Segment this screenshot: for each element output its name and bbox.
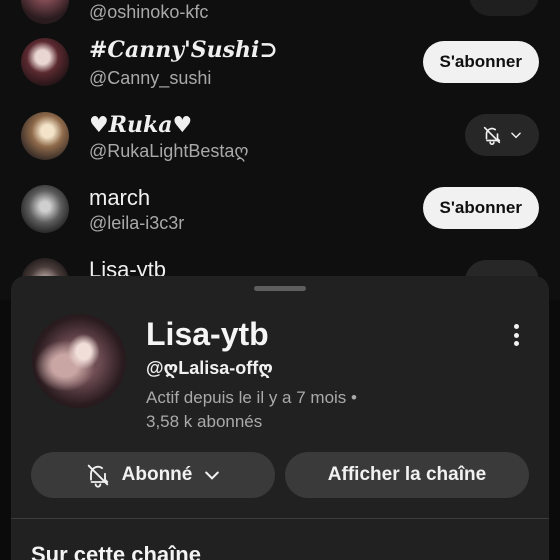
avatar[interactable] — [21, 185, 69, 233]
subscribed-button[interactable]: Abonné — [31, 452, 275, 498]
bell-off-icon — [483, 126, 501, 145]
chevron-down-icon — [205, 471, 220, 480]
list-item[interactable]: ♥Ruka♥ @RukaLightBestaღ — [0, 100, 560, 172]
channel-name: ♥Ruka♥ — [89, 112, 193, 138]
avatar[interactable] — [21, 38, 69, 86]
avatar[interactable] — [21, 0, 69, 24]
notification-button[interactable] — [469, 0, 539, 16]
channel-handle: @oshinoko-kfc — [89, 2, 209, 22]
subscriber-count: 3,58 k abonnés — [146, 412, 263, 431]
view-channel-button[interactable]: Afficher la chaîne — [285, 452, 529, 498]
subscribe-button[interactable]: S'abonner — [422, 41, 539, 83]
channel-meta: Actif depuis le il y a 7 mois • 3,58 k a… — [146, 386, 357, 434]
subscribe-button[interactable]: S'abonner — [422, 187, 539, 229]
channel-name: #Canny'Sushi⊃ — [89, 37, 278, 63]
list-item[interactable]: #Canny'Sushi⊃ @Canny_sushi S'abonner — [0, 26, 560, 98]
more-options-icon[interactable] — [506, 320, 526, 350]
activity-text: Actif depuis le il y a 7 mois • — [146, 388, 357, 407]
channel-handle: @Canny_sushi — [89, 68, 212, 88]
subscribed-label: Abonné — [121, 464, 193, 485]
avatar[interactable] — [21, 112, 69, 160]
section-title: Sur cette chaîne — [31, 542, 201, 560]
channel-handle: @ღLalisa-offღ — [146, 358, 273, 378]
drag-handle[interactable] — [254, 286, 306, 291]
bell-off-icon — [87, 464, 108, 488]
channel-handle: @RukaLightBestaღ — [89, 141, 249, 161]
channel-name: Lisa-ytb — [146, 316, 269, 352]
channel-avatar[interactable] — [32, 314, 126, 408]
channel-bottom-sheet: Lisa-ytb @ღLalisa-offღ Actif depuis le i… — [11, 276, 549, 560]
subscriptions-list: @oshinoko-kfc #Canny'Sushi⊃ @Canny_sushi… — [0, 0, 560, 306]
notification-button[interactable] — [465, 114, 539, 156]
list-item[interactable]: march @leila-i3c3r S'abonner — [0, 173, 560, 245]
channel-name: march — [89, 185, 151, 210]
channel-handle: @leila-i3c3r — [89, 213, 185, 233]
divider — [11, 518, 549, 519]
chevron-down-icon — [511, 132, 521, 139]
